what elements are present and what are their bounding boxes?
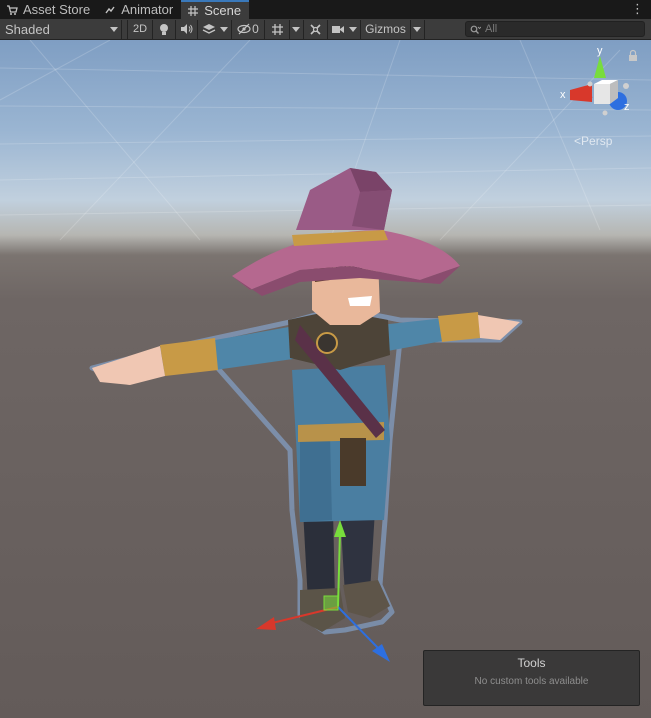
- scene-grid-icon: [187, 5, 199, 17]
- tools-overlay-title: Tools: [517, 656, 546, 670]
- grid-toggle[interactable]: [265, 19, 290, 39]
- hidden-eye-icon: [237, 23, 251, 35]
- tools-wrench-icon: [310, 23, 321, 35]
- scene-camera-dropdown[interactable]: [328, 19, 361, 39]
- tools-overlay-panel: Tools No custom tools available: [423, 650, 640, 706]
- gizmos-label: Gizmos: [365, 22, 406, 36]
- grid-options-dropdown[interactable]: [290, 19, 304, 39]
- perspective-icon: <: [574, 134, 582, 148]
- chevron-down-icon: [220, 26, 228, 32]
- draw-mode-label: Shaded: [5, 21, 50, 37]
- scene-orientation-gizmo[interactable]: y x z: [560, 45, 630, 116]
- gizmos-options-dropdown[interactable]: [411, 19, 425, 39]
- tab-options-menu-icon[interactable]: ⋮: [631, 1, 644, 17]
- scene-toolbar: Shaded 2D 0 Gizmos: [0, 19, 651, 40]
- component-tools-toggle[interactable]: [304, 19, 328, 39]
- tab-animator-label: Animator: [121, 2, 174, 17]
- axis-label-z: z: [624, 101, 630, 113]
- hidden-objects-count: 0: [252, 22, 259, 36]
- chevron-down-icon: [413, 26, 421, 32]
- tab-scene-label: Scene: [204, 3, 242, 18]
- search-icon: [470, 25, 481, 34]
- projection-toggle[interactable]: <Persp: [574, 134, 612, 148]
- axis-label-y: y: [597, 45, 603, 57]
- toggle-2d-label: 2D: [132, 23, 148, 35]
- gizmos-toggle[interactable]: Gizmos: [361, 19, 411, 39]
- tab-scene[interactable]: Scene: [181, 0, 250, 19]
- chevron-down-icon: [110, 26, 118, 32]
- scene-search-field[interactable]: [465, 21, 645, 37]
- scene-viewport[interactable]: y x z <Persp Tools No custom tools avail…: [0, 40, 651, 718]
- wizard-character-model[interactable]: [89, 168, 523, 635]
- scene-search-input[interactable]: [485, 23, 635, 35]
- editor-tab-bar: Asset Store Animator Scene ⋮: [0, 0, 651, 19]
- toggle-2d-button[interactable]: 2D: [127, 19, 153, 39]
- chevron-down-icon: [292, 26, 300, 32]
- lock-icon[interactable]: [629, 49, 637, 62]
- tab-asset-store-label: Asset Store: [23, 2, 91, 17]
- scene-lighting-toggle[interactable]: [153, 19, 176, 39]
- camera-icon: [332, 25, 344, 33]
- tab-asset-store[interactable]: Asset Store: [0, 0, 98, 19]
- grid-icon: [271, 23, 283, 35]
- animator-icon: [104, 4, 116, 16]
- draw-mode-dropdown[interactable]: Shaded: [0, 19, 122, 39]
- scene-effects-dropdown[interactable]: [198, 19, 232, 39]
- scene-audio-toggle[interactable]: [176, 19, 198, 39]
- scene-visibility-toggle[interactable]: 0: [232, 19, 265, 39]
- projection-label: Persp: [581, 134, 613, 148]
- tools-overlay-message: No custom tools available: [474, 676, 589, 687]
- axis-label-x: x: [560, 89, 566, 101]
- scene-render: y x z: [0, 40, 651, 662]
- effects-layers-icon: [202, 24, 215, 34]
- shopping-cart-icon: [6, 4, 18, 16]
- light-bulb-icon: [160, 23, 168, 35]
- chevron-down-icon: [349, 26, 357, 32]
- speaker-icon: [181, 24, 193, 34]
- tab-animator[interactable]: Animator: [98, 0, 181, 19]
